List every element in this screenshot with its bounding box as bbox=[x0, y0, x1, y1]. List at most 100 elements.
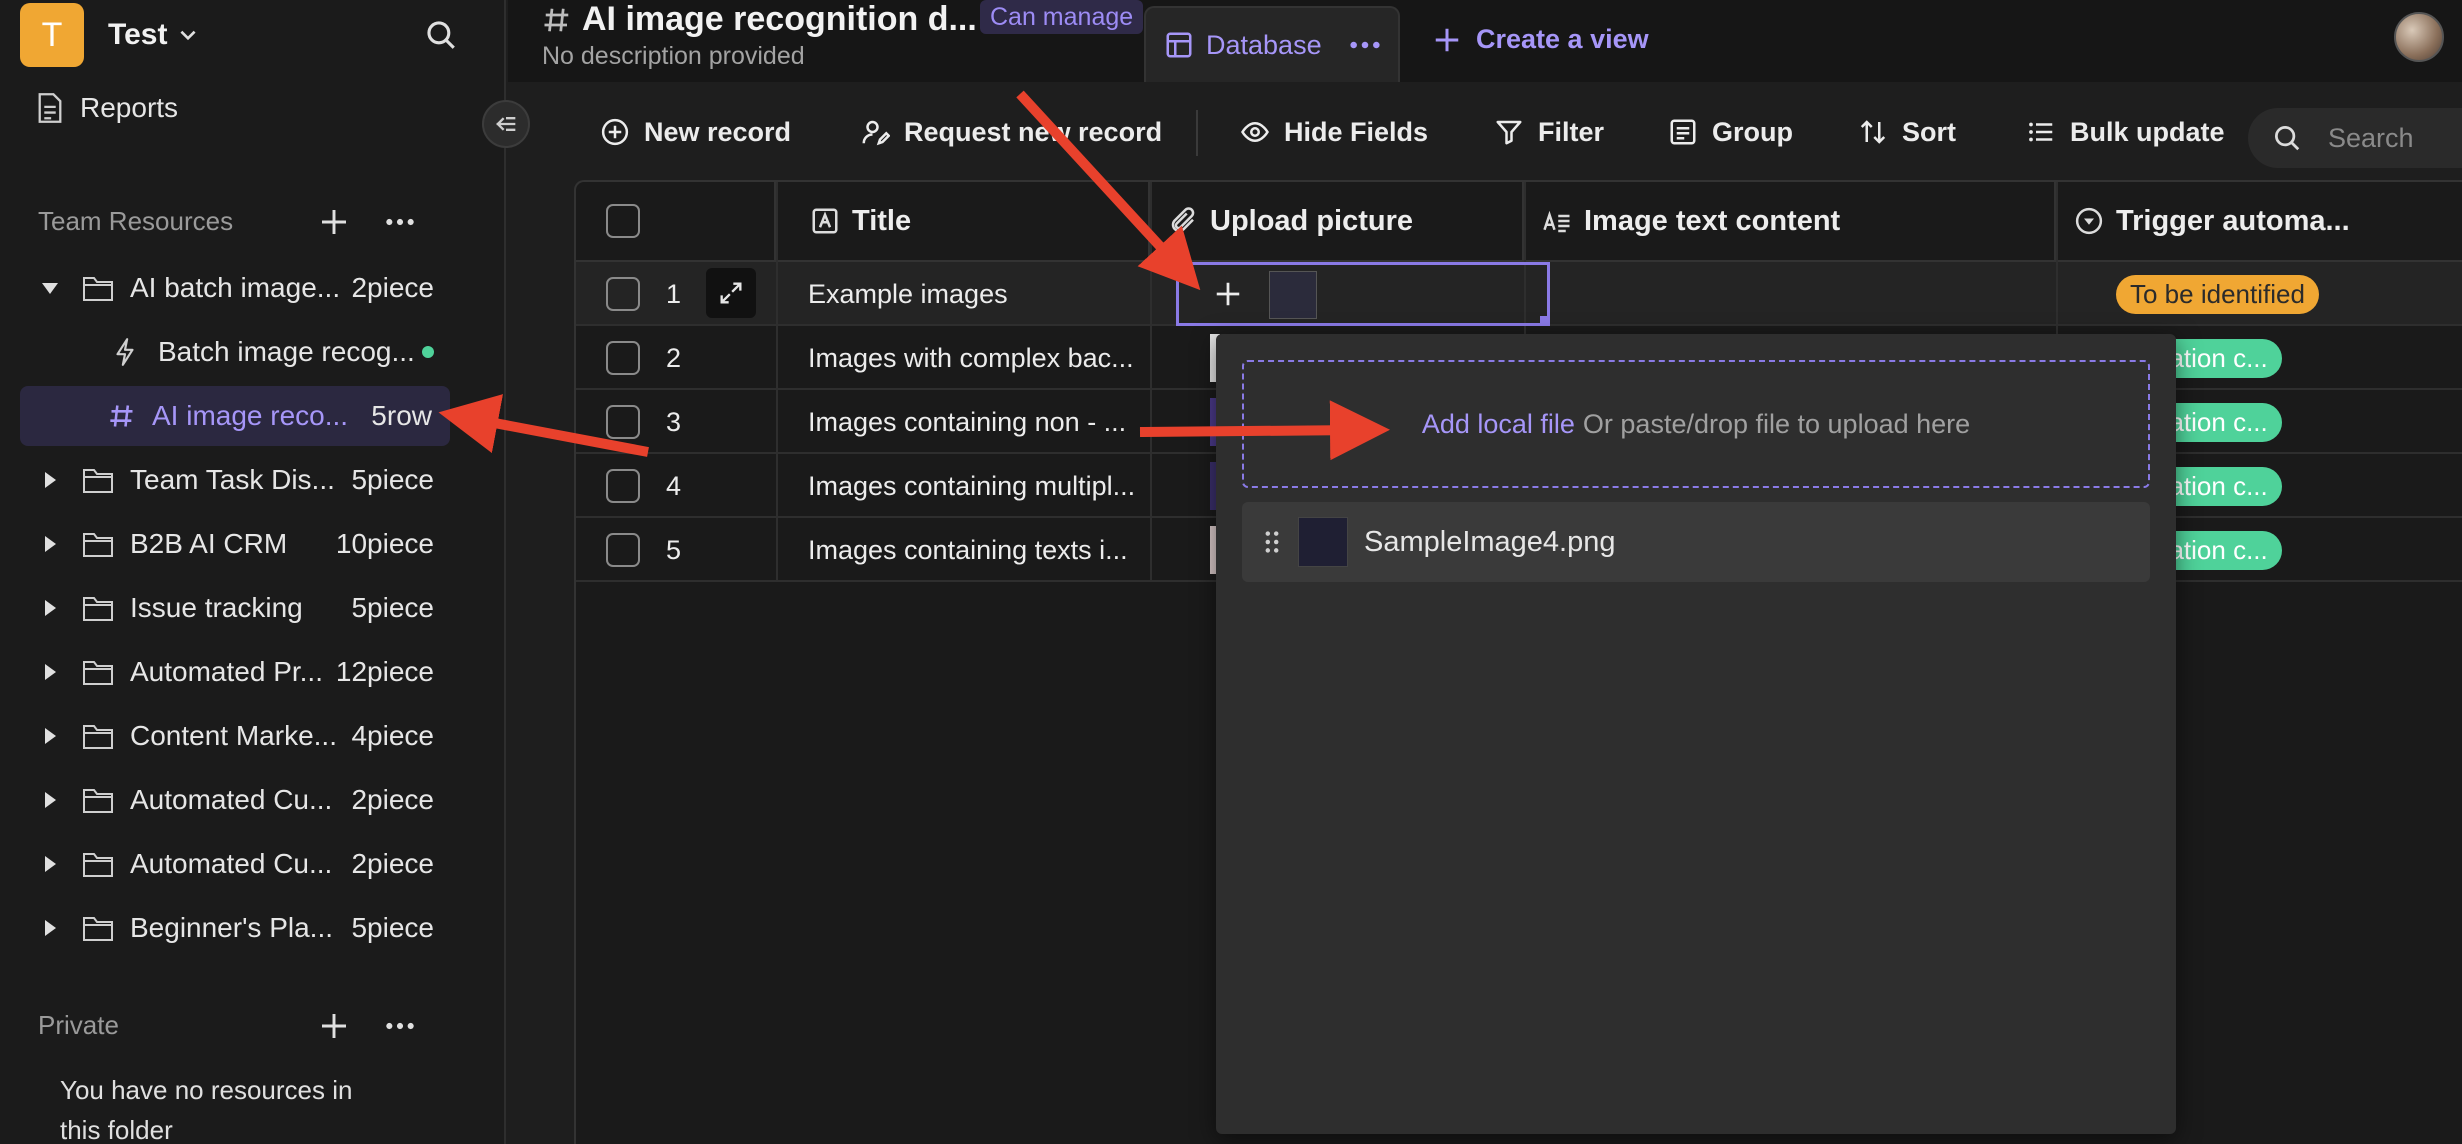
more-icon[interactable] bbox=[384, 206, 416, 238]
sort-label: Sort bbox=[1902, 116, 1956, 147]
column-header-trigger[interactable]: Trigger automa... bbox=[2056, 182, 2462, 262]
upload-popup: Add local file Or paste/drop file to upl… bbox=[1216, 334, 2176, 1134]
sidebar-item-label: Content Marke... bbox=[130, 720, 337, 751]
title-cell[interactable]: Example images bbox=[808, 262, 1138, 326]
sidebar-folder[interactable]: AI batch image... 2piece bbox=[0, 258, 506, 318]
request-new-record-button[interactable]: Request new record bbox=[860, 112, 1162, 152]
select-field-icon bbox=[2075, 207, 2103, 235]
sort-button[interactable]: Sort bbox=[1858, 112, 1956, 152]
title-cell[interactable]: Images containing non - ... bbox=[808, 390, 1148, 454]
sidebar-folder[interactable]: B2B AI CRM 10piece bbox=[0, 514, 506, 574]
row-checkbox[interactable] bbox=[606, 341, 640, 375]
filter-label: Filter bbox=[1538, 116, 1605, 147]
sidebar-item-count: 10piece bbox=[335, 528, 434, 559]
tab-database[interactable]: Database bbox=[1144, 6, 1400, 82]
image-thumbnail[interactable] bbox=[1269, 271, 1317, 319]
bulk-update-button[interactable]: Bulk update bbox=[2026, 112, 2225, 152]
sidebar-item-label: Issue tracking bbox=[130, 592, 303, 623]
file-name: SampleImage4.png bbox=[1364, 525, 1616, 558]
add-attachment-icon[interactable] bbox=[1213, 279, 1243, 309]
caret-right-icon[interactable] bbox=[40, 598, 60, 618]
caret-right-icon[interactable] bbox=[40, 790, 60, 810]
column-header-image-text[interactable]: Image text content bbox=[1524, 182, 2056, 262]
search-input[interactable]: Search bbox=[2248, 108, 2462, 168]
sidebar-folder[interactable]: Automated Cu... 2piece bbox=[0, 834, 506, 894]
paperclip-icon bbox=[1171, 207, 1195, 233]
row-number: 3 bbox=[666, 406, 682, 437]
title-cell[interactable]: Images containing texts i... bbox=[808, 518, 1148, 582]
drag-handle-icon[interactable] bbox=[1262, 528, 1282, 556]
expand-record-button[interactable] bbox=[706, 268, 756, 318]
column-label: Title bbox=[852, 204, 912, 237]
sidebar-item-automation[interactable]: Batch image recog... bbox=[0, 322, 506, 382]
row-checkbox[interactable] bbox=[606, 533, 640, 567]
document-icon bbox=[38, 93, 62, 123]
sidebar-item-count: 5piece bbox=[351, 592, 434, 623]
hide-fields-button[interactable]: Hide Fields bbox=[1240, 112, 1428, 152]
sidebar-folder[interactable]: Issue tracking 5piece bbox=[0, 578, 506, 638]
text-field-icon bbox=[812, 208, 838, 234]
sidebar-item-active-database[interactable]: AI image reco... 5row bbox=[20, 386, 450, 446]
section-heading-private: Private bbox=[38, 1010, 119, 1040]
sidebar-item-count: 5piece bbox=[351, 912, 434, 943]
search-icon[interactable] bbox=[424, 18, 458, 52]
sidebar-item-label: Automated Cu... bbox=[130, 848, 333, 879]
fill-handle[interactable] bbox=[1540, 316, 1550, 326]
file-dropzone[interactable]: Add local file Or paste/drop file to upl… bbox=[1242, 360, 2150, 488]
sidebar-folder[interactable]: Automated Pr... 12piece bbox=[0, 642, 506, 702]
expand-icon bbox=[720, 282, 742, 304]
toolbar-divider bbox=[1196, 110, 1198, 156]
group-button[interactable]: Group bbox=[1668, 112, 1793, 152]
sidebar-folder[interactable]: Team Task Dis... 5piece bbox=[0, 450, 506, 510]
add-local-file-link[interactable]: Add local file bbox=[1422, 409, 1575, 440]
caret-right-icon[interactable] bbox=[40, 470, 60, 490]
hide-fields-label: Hide Fields bbox=[1284, 116, 1429, 147]
title-cell[interactable]: Images containing multipl... bbox=[808, 454, 1148, 518]
sidebar-item-count: 2piece bbox=[351, 848, 434, 879]
sidebar-folder[interactable]: Beginner's Pla... 5piece bbox=[0, 898, 506, 958]
group-icon bbox=[1670, 119, 1696, 145]
caret-right-icon[interactable] bbox=[40, 918, 60, 938]
sidebar-item-label: Reports bbox=[80, 92, 179, 123]
row-checkbox[interactable] bbox=[606, 469, 640, 503]
hash-icon bbox=[544, 8, 569, 31]
column-header-title[interactable]: Title bbox=[776, 182, 1150, 262]
row-checkbox[interactable] bbox=[606, 405, 640, 439]
select-all-header bbox=[576, 182, 776, 262]
caret-down-icon[interactable] bbox=[40, 278, 60, 298]
sidebar-folder[interactable]: Automated Cu... 2piece bbox=[0, 770, 506, 830]
active-upload-cell[interactable] bbox=[1176, 262, 1550, 326]
workspace-avatar[interactable]: T bbox=[20, 3, 84, 67]
collapse-sidebar-button[interactable] bbox=[482, 100, 530, 148]
caret-right-icon[interactable] bbox=[40, 662, 60, 682]
title-cell[interactable]: Images with complex bac... bbox=[808, 326, 1148, 390]
more-icon[interactable] bbox=[1348, 28, 1382, 62]
caret-right-icon[interactable] bbox=[40, 854, 60, 874]
page-description[interactable]: No description provided bbox=[542, 42, 805, 71]
create-view-button[interactable]: Create a view bbox=[1432, 24, 1649, 55]
sidebar-item-label: Automated Pr... bbox=[130, 656, 323, 687]
filter-button[interactable]: Filter bbox=[1494, 112, 1604, 152]
sidebar-item-reports[interactable]: Reports bbox=[0, 78, 506, 138]
user-avatar[interactable] bbox=[2394, 12, 2444, 62]
column-header-upload-picture[interactable]: Upload picture bbox=[1150, 182, 1524, 262]
request-new-record-label: Request new record bbox=[904, 116, 1163, 147]
caret-right-icon[interactable] bbox=[40, 534, 60, 554]
search-placeholder: Search bbox=[2328, 122, 2414, 153]
sidebar-item-label: Automated Cu... bbox=[130, 784, 333, 815]
plus-icon[interactable] bbox=[318, 1010, 350, 1042]
new-record-button[interactable]: New record bbox=[600, 112, 791, 152]
create-view-label: Create a view bbox=[1476, 24, 1649, 54]
row-checkbox[interactable] bbox=[606, 277, 640, 311]
row-number: 4 bbox=[666, 470, 682, 501]
caret-right-icon[interactable] bbox=[40, 726, 60, 746]
plus-icon[interactable] bbox=[318, 206, 350, 238]
sidebar-folder[interactable]: Content Marke... 4piece bbox=[0, 706, 506, 766]
more-icon[interactable] bbox=[384, 1010, 416, 1042]
attached-file-item[interactable]: SampleImage4.png bbox=[1242, 502, 2150, 582]
select-all-checkbox[interactable] bbox=[606, 204, 640, 238]
workspace-switcher[interactable]: Test bbox=[108, 18, 199, 52]
chevron-down-icon bbox=[180, 30, 197, 41]
new-record-label: New record bbox=[644, 116, 792, 147]
status-cell[interactable]: To be identified bbox=[2116, 262, 2319, 326]
